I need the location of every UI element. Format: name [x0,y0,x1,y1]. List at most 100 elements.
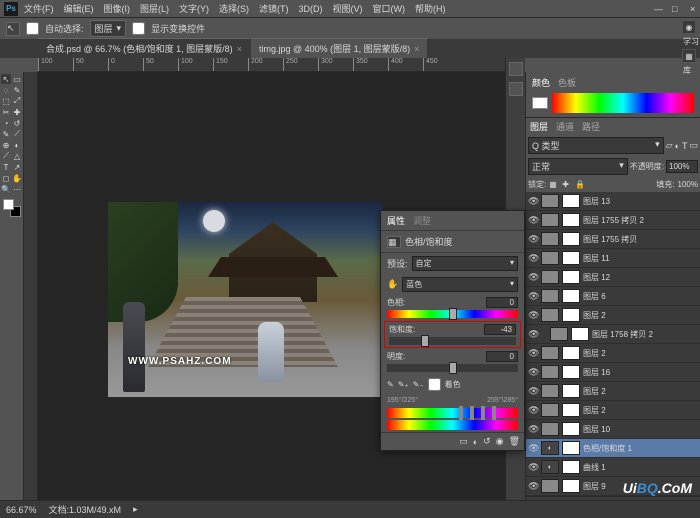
layer-row[interactable]: 👁◐色相/饱和度 1 [526,439,700,458]
crop-tool[interactable]: ⬚ [1,96,11,106]
properties-tab[interactable]: 属性 [387,214,405,227]
filter-icon[interactable]: ▭ [689,140,698,151]
menu-view[interactable]: 视图(V) [329,0,367,17]
visibility-icon[interactable]: 👁 [528,310,538,321]
visibility-icon[interactable]: 👁 [528,386,538,397]
lasso-tool[interactable]: ◌ [1,85,11,95]
view-previous-icon[interactable]: ◐ [473,437,478,447]
transform-checkbox[interactable] [132,22,145,35]
visibility-icon[interactable]: 👁 [528,348,538,359]
layer-row[interactable]: 👁图层 11 [526,249,700,268]
minimize-button[interactable]: — [650,2,660,16]
range-marker[interactable] [492,406,496,420]
move-tool-icon[interactable]: ↖ [6,22,20,36]
color-swatches[interactable] [3,199,21,217]
range-marker[interactable] [459,406,463,420]
brush-tool[interactable]: ✚ [12,107,22,117]
range-gradient-top[interactable] [387,408,518,418]
auto-select-checkbox[interactable] [26,22,39,35]
menu-file[interactable]: 文件(F) [20,0,58,17]
lock-position-icon[interactable]: ✚ [562,180,572,190]
saturation-knob[interactable] [421,335,429,347]
visibility-icon[interactable]: 👁 [528,196,538,207]
hand-tool[interactable]: ✋ [12,173,22,183]
auto-select-dropdown[interactable]: 图层▾ [90,20,127,37]
library-tab[interactable]: ▦ [682,49,696,63]
artboard-tool[interactable]: ▭ [12,74,22,84]
gradient-tool[interactable]: ⟋ [12,129,22,139]
preset-dropdown[interactable]: 自定▾ [412,256,518,271]
visibility-icon[interactable]: 👁 [528,424,538,435]
adjustments-tab[interactable]: 调整 [413,214,431,227]
layer-row[interactable]: 👁图层 1758 拷贝 2 [526,325,700,344]
lock-pixels-icon[interactable]: ▦ [549,180,559,190]
eyedropper-tool[interactable]: ⤢ [12,96,22,106]
zoom-tool[interactable]: 🔍 [1,184,11,194]
clip-icon[interactable]: ▭ [459,436,468,447]
layer-row[interactable]: 👁图层 16 [526,363,700,382]
path-select-tool[interactable]: ↗ [12,162,22,172]
layer-row[interactable]: 👁图层 2 [526,344,700,363]
layer-kind-filter[interactable]: Q 类型▾ [528,137,664,154]
ruler-vertical[interactable] [24,72,38,514]
fill-value[interactable]: 100% [678,180,698,189]
hue-value[interactable]: 0 [486,297,518,308]
eraser-tool[interactable]: ✎ [1,129,11,139]
lightness-value[interactable]: 0 [486,351,518,362]
dodge-tool[interactable]: ◐ [12,140,22,150]
close-button[interactable]: × [686,2,696,16]
lightness-knob[interactable] [449,362,457,374]
visibility-icon[interactable]: 👁 [528,462,538,473]
filter-icon[interactable]: T [682,141,688,151]
visibility-icon[interactable]: ◉ [496,436,504,447]
delete-icon[interactable]: 🗑 [509,436,520,447]
blur-tool[interactable]: ⊕ [1,140,11,150]
doc-tab-2[interactable]: timg.jpg @ 400% (图层 1, 图层蒙版/8) × [251,38,427,58]
filter-icon[interactable]: ◐ [675,141,680,151]
visibility-icon[interactable]: 👁 [528,234,538,245]
pen-tool[interactable]: ⟋ [1,151,11,161]
layer-row[interactable]: 👁◐曲线 1 [526,458,700,477]
channel-dropdown[interactable]: 蓝色▾ [402,277,518,292]
collapsed-panel-icon[interactable] [509,62,523,76]
learn-tab[interactable]: ◉ [682,20,696,34]
channel-hand-icon[interactable]: ✋ [387,279,398,290]
color-fg-bg[interactable] [532,97,548,109]
shape-tool[interactable]: △ [12,151,22,161]
menu-3d[interactable]: 3D(D) [295,2,327,16]
type-tool[interactable]: T [1,162,11,172]
menu-layer[interactable]: 图层(L) [136,0,173,17]
collapsed-panel-icon[interactable] [509,82,523,96]
visibility-icon[interactable]: 👁 [528,253,538,264]
ruler-horizontal[interactable]: 100 50 0 50 100 150 200 250 300 350 400 … [38,58,525,72]
lightness-slider[interactable] [387,364,518,372]
layer-row[interactable]: 👁图层 2 [526,382,700,401]
layer-row[interactable]: 👁图层 6 [526,287,700,306]
more-tools[interactable]: ⋯ [12,184,22,194]
layer-list[interactable]: 👁图层 13👁图层 1755 拷贝 2👁图层 1755 拷贝👁图层 11👁图层 … [526,192,700,496]
colorize-checkbox[interactable] [428,378,441,391]
menu-filter[interactable]: 滤镜(T) [255,0,293,17]
layer-row[interactable]: 👁图层 12 [526,268,700,287]
saturation-slider[interactable] [389,337,516,345]
blend-mode-dropdown[interactable]: 正常▾ [528,158,628,175]
layer-row[interactable]: 👁图层 1755 拷贝 2 [526,211,700,230]
healing-tool[interactable]: ✂ [1,107,11,117]
visibility-icon[interactable]: 👁 [528,405,538,416]
history-brush-tool[interactable]: ↺ [12,118,22,128]
paths-tab[interactable]: 路径 [582,120,600,133]
quick-select-tool[interactable]: ✎ [12,85,22,95]
color-tab[interactable]: 颜色 [532,76,550,89]
color-spectrum[interactable] [552,93,694,113]
doc-tab-2-close[interactable]: × [414,44,419,54]
rect-tool[interactable]: ◻ [1,173,11,183]
layer-row[interactable]: 👁图层 2 [526,306,700,325]
visibility-icon[interactable]: 👁 [528,215,538,226]
zoom-level[interactable]: 66.67% [6,505,37,515]
visibility-icon[interactable]: 👁 [528,291,538,302]
swatches-tab[interactable]: 色板 [558,76,576,89]
visibility-icon[interactable]: 👁 [528,272,538,283]
doc-info[interactable]: 文档:1.03M/49.xM [49,503,122,516]
clone-tool[interactable]: ◔ [1,118,11,128]
maximize-button[interactable]: □ [668,2,678,16]
